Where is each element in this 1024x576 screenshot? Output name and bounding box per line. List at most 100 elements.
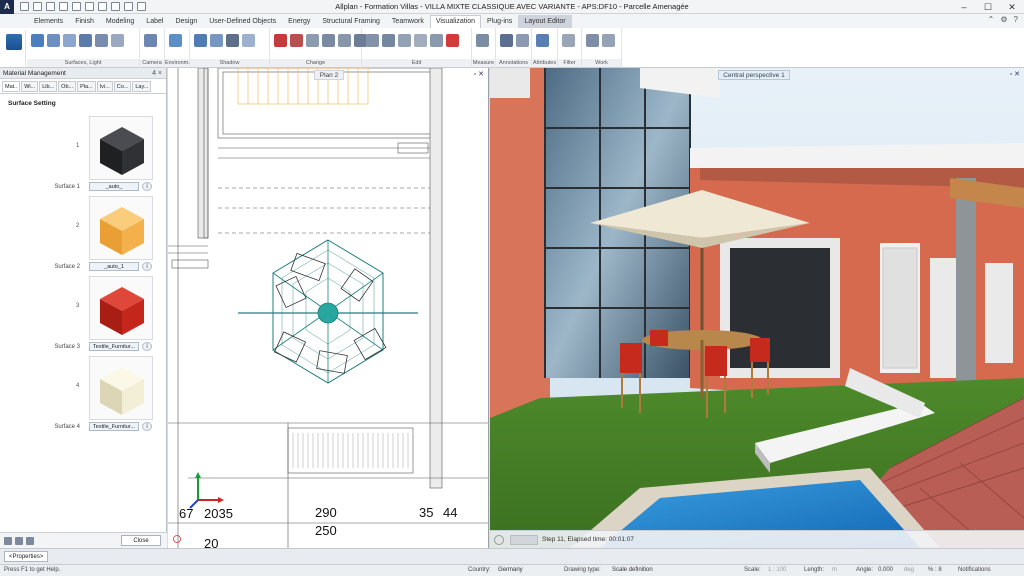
folder-icon[interactable]	[4, 537, 12, 545]
open-file-icon[interactable]	[33, 2, 42, 11]
tab-plug-ins[interactable]: Plug-ins	[481, 15, 518, 28]
palette-tab-library[interactable]: Lib...	[39, 81, 58, 92]
gear-icon[interactable]: ⚙	[1000, 15, 1007, 24]
close-button[interactable]: Close	[121, 535, 161, 546]
sun-icon[interactable]	[111, 34, 124, 47]
palette-tab-materials[interactable]: Mat..	[2, 81, 21, 92]
pick-icon[interactable]	[290, 34, 303, 47]
stretch-icon[interactable]	[338, 34, 351, 47]
surface-preview[interactable]	[89, 356, 153, 420]
reset-icon[interactable]	[26, 537, 34, 545]
drawing-type-value[interactable]: Scale definition	[612, 567, 653, 573]
drawing-type-label: Drawing type:	[564, 567, 601, 573]
close-window-button[interactable]: ✕	[1000, 0, 1024, 14]
surface-preview[interactable]	[89, 196, 153, 260]
palette-tab-views[interactable]: Ivi...	[96, 81, 113, 92]
perspective-viewport-controls[interactable]: ▫ ✕	[1010, 70, 1020, 78]
palette-tab-objects[interactable]: Ob...	[58, 81, 77, 92]
surface-name-field[interactable]: Textile_Furnitur...	[89, 342, 139, 351]
align-icon[interactable]	[398, 34, 411, 47]
move-icon[interactable]	[306, 34, 319, 47]
new-file-icon[interactable]	[20, 2, 29, 11]
attribute-icon[interactable]	[536, 34, 549, 47]
plan-viewport-controls[interactable]: ▫ ✕	[474, 70, 484, 78]
properties-button[interactable]: <Properties>	[4, 551, 49, 562]
copy-icon[interactable]	[366, 34, 379, 47]
maximize-button[interactable]: ☐	[976, 0, 1000, 14]
notifications-button[interactable]: Notifications	[958, 567, 991, 573]
dimension-text: 35	[419, 505, 434, 520]
rotate-icon[interactable]	[322, 34, 335, 47]
chevron-up-icon[interactable]: ⌃	[988, 15, 995, 24]
ruler-icon[interactable]	[476, 34, 489, 47]
tab-elements[interactable]: Elements	[28, 15, 69, 28]
delete-icon[interactable]	[446, 34, 459, 47]
light-icon[interactable]	[95, 34, 108, 47]
surface-preview[interactable]	[89, 276, 153, 340]
tools-icon[interactable]	[98, 2, 107, 11]
material-icon[interactable]	[63, 34, 76, 47]
palette-tab-planes[interactable]: Pla...	[77, 81, 96, 92]
print-icon[interactable]	[59, 2, 68, 11]
tab-teamwork[interactable]: Teamwork	[386, 15, 430, 28]
plan-viewport[interactable]: Plan 2 ▫ ✕ 67 2035 290 250 35 44 20	[168, 68, 489, 548]
camera-icon[interactable]	[144, 34, 157, 47]
assign-surface-icon[interactable]	[79, 34, 92, 47]
minimize-button[interactable]: –	[952, 0, 976, 14]
scale-value[interactable]: 1 : 100	[768, 567, 786, 573]
tab-layout-editor[interactable]: Layout Editor	[518, 15, 572, 28]
info-icon[interactable]: i	[142, 262, 152, 271]
save-material-icon[interactable]	[15, 537, 23, 545]
palette-tab-wizards[interactable]: Wi...	[21, 81, 39, 92]
length-value[interactable]: m	[832, 567, 837, 573]
surface-row: 3 Surface 3 Textile_Furnitur... i	[0, 276, 167, 356]
info-icon[interactable]: i	[142, 422, 152, 431]
tab-label[interactable]: Label	[140, 15, 169, 28]
offset-icon[interactable]	[414, 34, 427, 47]
text-icon[interactable]	[500, 34, 513, 47]
save-icon[interactable]	[46, 2, 55, 11]
tab-energy[interactable]: Energy	[282, 15, 316, 28]
help-circle-icon[interactable]: ?	[1014, 15, 1018, 24]
tab-user-defined-objects[interactable]: User-Defined Objects	[203, 15, 282, 28]
dropdown-icon[interactable]	[124, 2, 133, 11]
paste-icon[interactable]	[382, 34, 395, 47]
render-icon[interactable]	[226, 34, 239, 47]
star-light-icon[interactable]	[210, 34, 223, 47]
pin-close-icon[interactable]: 4 ×	[152, 68, 162, 79]
label-icon[interactable]	[516, 34, 529, 47]
country-value[interactable]: Germany	[498, 567, 523, 573]
surface-preview[interactable]	[89, 116, 153, 180]
tab-structural-framing[interactable]: Structural Framing	[316, 15, 386, 28]
tab-design[interactable]: Design	[169, 15, 203, 28]
perspective-title-label[interactable]: Central perspective 1	[718, 70, 790, 80]
surface-name-field[interactable]: Textile_Furnitur...	[89, 422, 139, 431]
info-icon[interactable]: i	[142, 182, 152, 191]
info-icon[interactable]: i	[142, 342, 152, 351]
redo-icon[interactable]	[85, 2, 94, 11]
eraser-icon[interactable]	[274, 34, 287, 47]
coordinates-icon[interactable]	[586, 34, 599, 47]
undo-icon[interactable]	[72, 2, 81, 11]
help-icon[interactable]	[137, 2, 146, 11]
surface-name-field[interactable]: _auto_	[89, 182, 139, 191]
grid-icon[interactable]	[602, 34, 615, 47]
trim-icon[interactable]	[430, 34, 443, 47]
surface-name-field[interactable]: _auto_1	[89, 262, 139, 271]
filter-icon[interactable]	[562, 34, 575, 47]
plan-title-label[interactable]: Plan 2	[314, 70, 344, 80]
surface-icon[interactable]	[31, 34, 44, 47]
palette-tab-layers[interactable]: Lay...	[132, 81, 152, 92]
shading-icon[interactable]	[242, 34, 255, 47]
texture-icon[interactable]	[47, 34, 60, 47]
angle-value[interactable]: 0.000	[878, 567, 893, 573]
refresh-icon[interactable]	[169, 34, 182, 47]
palette-tab-connect[interactable]: Co...	[113, 81, 132, 92]
shadow-icon[interactable]	[194, 34, 207, 47]
settings-icon[interactable]	[111, 2, 120, 11]
main-menu-button[interactable]	[2, 30, 26, 66]
tab-finish[interactable]: Finish	[69, 15, 100, 28]
tab-visualization[interactable]: Visualization	[429, 15, 482, 28]
perspective-viewport[interactable]: Central perspective 1 ▫ ✕ Step 11, Elaps…	[490, 68, 1024, 548]
tab-modeling[interactable]: Modeling	[100, 15, 140, 28]
